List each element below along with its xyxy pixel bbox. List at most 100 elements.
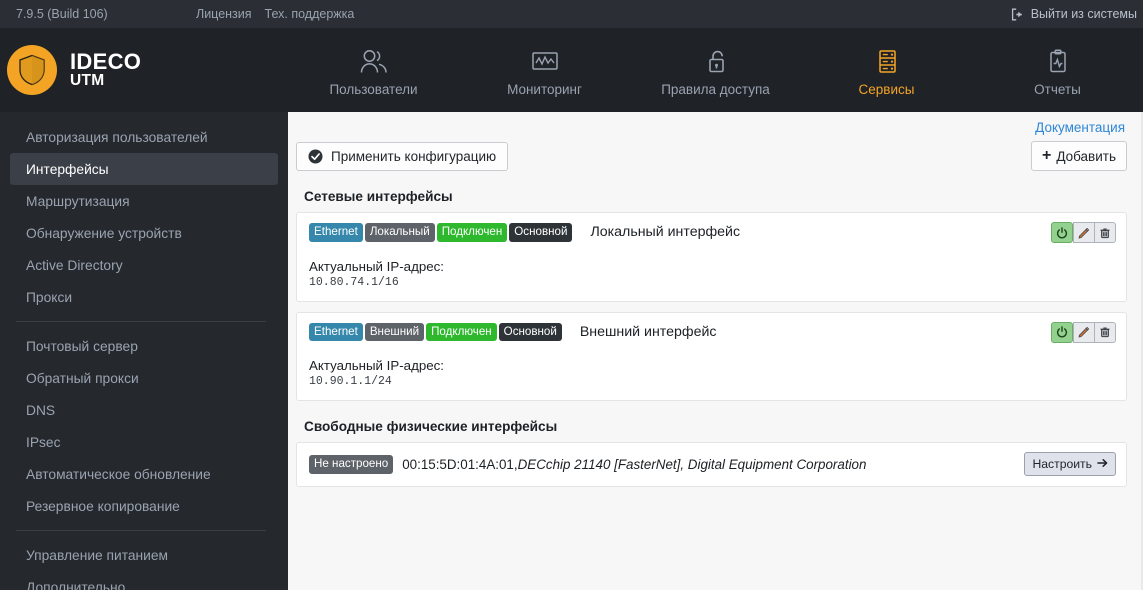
power-icon[interactable] bbox=[1051, 222, 1073, 243]
nav-item-reports[interactable]: Отчеты bbox=[972, 28, 1143, 112]
trash-icon[interactable] bbox=[1094, 222, 1116, 243]
nav-item-monitoring-label: Мониторинг bbox=[507, 82, 582, 97]
masthead: IDECO UTM Пользователи М bbox=[0, 28, 1143, 112]
configure-button[interactable]: Настроить bbox=[1024, 452, 1116, 476]
sidebar-item-active-directory[interactable]: Active Directory bbox=[10, 249, 278, 281]
status-badge-connected: Подключен bbox=[426, 323, 497, 342]
add-button[interactable]: + Добавить bbox=[1031, 141, 1127, 171]
check-circle-icon bbox=[308, 149, 323, 164]
sidebar-item-backup[interactable]: Резервное копирование bbox=[10, 490, 278, 522]
interface-name: Локальный интерфейс bbox=[590, 224, 740, 240]
status-badge-primary: Основной bbox=[509, 223, 572, 242]
interface-actions bbox=[1051, 222, 1116, 243]
unlock-icon bbox=[701, 48, 731, 75]
support-link[interactable]: Тех. поддержка bbox=[265, 7, 355, 21]
sidebar-item-label: Active Directory bbox=[26, 258, 123, 273]
arrow-right-icon bbox=[1097, 457, 1108, 471]
sidebar-item-label: Маршрутизация bbox=[26, 194, 130, 209]
version-label: 7.9.5 (Build 106) bbox=[16, 7, 108, 21]
sidebar-item-label: Автоматическое обновление bbox=[26, 467, 211, 482]
logout-label: Выйти из системы bbox=[1031, 7, 1137, 21]
interface-actions bbox=[1051, 322, 1116, 343]
nav-item-services-label: Сервисы bbox=[859, 82, 915, 97]
status-badge-type: Ethernet bbox=[309, 223, 363, 242]
shield-icon bbox=[7, 45, 57, 95]
sidebar-item-label: Авторизация пользователей bbox=[26, 130, 208, 145]
brand-logo[interactable]: IDECO UTM bbox=[0, 28, 288, 112]
interface-badges: Ethernet Локальный Подключен Основной bbox=[309, 223, 574, 242]
brand-name: IDECO bbox=[70, 50, 141, 74]
sidebar-divider bbox=[16, 321, 266, 322]
nav-item-access-rules-label: Правила доступа bbox=[661, 82, 770, 97]
plus-icon: + bbox=[1042, 148, 1051, 164]
status-badge-zone: Локальный bbox=[365, 223, 435, 242]
pencil-icon[interactable] bbox=[1073, 222, 1095, 243]
documentation-row: Документация bbox=[296, 112, 1127, 135]
sidebar-item-power-management[interactable]: Управление питанием bbox=[10, 539, 278, 571]
trash-icon[interactable] bbox=[1094, 322, 1116, 343]
sidebar-item-label: DNS bbox=[26, 403, 55, 418]
status-badge-connected: Подключен bbox=[437, 223, 508, 242]
sidebar-item-advanced[interactable]: Дополнительно bbox=[10, 571, 278, 590]
apply-configuration-label: Применить конфигурацию bbox=[331, 149, 496, 164]
nav-item-access-rules[interactable]: Правила доступа bbox=[630, 28, 801, 112]
free-interface-description: DECchip 21140 [FasterNet], Digital Equip… bbox=[518, 457, 867, 472]
nav-item-users-label: Пользователи bbox=[329, 82, 417, 97]
interface-card-header: Ethernet Локальный Подключен Основной Ло… bbox=[309, 223, 1114, 242]
status-badge-zone: Внешний bbox=[365, 323, 424, 342]
sidebar-item-mail-server[interactable]: Почтовый сервер bbox=[10, 330, 278, 362]
sidebar-item-label: IPsec bbox=[26, 435, 61, 450]
sidebar-item-label: Дополнительно bbox=[26, 580, 125, 590]
interface-badges: Ethernet Внешний Подключен Основной bbox=[309, 323, 564, 342]
clipboard-pulse-icon bbox=[1043, 48, 1073, 75]
status-badge-unconfigured: Не настроено bbox=[309, 455, 393, 474]
free-interface-row[interactable]: Не настроено 00:15:5D:01:4A:01, DECchip … bbox=[296, 442, 1127, 487]
nav-item-reports-label: Отчеты bbox=[1034, 82, 1081, 97]
interface-card-header: Ethernet Внешний Подключен Основной Внеш… bbox=[309, 323, 1114, 342]
interface-card[interactable]: Ethernet Внешний Подключен Основной Внеш… bbox=[296, 312, 1127, 402]
app-shell: Авторизация пользователей Интерфейсы Мар… bbox=[0, 112, 1143, 590]
sidebar-item-label: Управление питанием bbox=[26, 548, 168, 563]
license-link[interactable]: Лицензия bbox=[196, 7, 252, 21]
sidebar-item-routing[interactable]: Маршрутизация bbox=[10, 185, 278, 217]
sidebar-item-label: Прокси bbox=[26, 290, 72, 305]
logout-button[interactable]: Выйти из системы bbox=[1011, 7, 1137, 21]
sidebar-item-auto-update[interactable]: Автоматическое обновление bbox=[10, 458, 278, 490]
apply-configuration-button[interactable]: Применить конфигурацию bbox=[296, 142, 508, 171]
main-content: Документация Применить конфигурацию + До… bbox=[288, 112, 1143, 590]
sidebar-item-label: Интерфейсы bbox=[26, 162, 109, 177]
ip-address-value: 10.80.74.1/16 bbox=[309, 276, 1114, 289]
sidebar: Авторизация пользователей Интерфейсы Мар… bbox=[0, 112, 288, 590]
sidebar-item-device-discovery[interactable]: Обнаружение устройств bbox=[10, 217, 278, 249]
monitor-graph-icon bbox=[530, 48, 560, 75]
top-status-bar: 7.9.5 (Build 106) Лицензия Тех. поддержк… bbox=[0, 0, 1143, 28]
action-toolbar: Применить конфигурацию + Добавить bbox=[296, 141, 1127, 171]
logout-icon bbox=[1011, 8, 1025, 21]
sidebar-item-user-authorization[interactable]: Авторизация пользователей bbox=[10, 121, 278, 153]
sidebar-item-dns[interactable]: DNS bbox=[10, 394, 278, 426]
top-links: Лицензия Тех. поддержка bbox=[196, 7, 354, 21]
power-icon[interactable] bbox=[1051, 322, 1073, 343]
server-rack-icon bbox=[872, 48, 902, 75]
documentation-link[interactable]: Документация bbox=[1035, 120, 1125, 135]
ip-address-label: Актуальный IP-адрес: bbox=[309, 259, 1114, 274]
status-badge-type: Ethernet bbox=[309, 323, 363, 342]
brand-product: UTM bbox=[70, 73, 141, 90]
ip-address-value: 10.90.1.1/24 bbox=[309, 375, 1114, 388]
users-icon bbox=[359, 48, 389, 75]
sidebar-item-reverse-proxy[interactable]: Обратный прокси bbox=[10, 362, 278, 394]
top-navigation: Пользователи Мониторинг Правила дост bbox=[288, 28, 1143, 112]
status-badge-primary: Основной bbox=[499, 323, 562, 342]
sidebar-item-proxy[interactable]: Прокси bbox=[10, 281, 278, 313]
sidebar-divider bbox=[16, 530, 266, 531]
pencil-icon[interactable] bbox=[1073, 322, 1095, 343]
configure-button-label: Настроить bbox=[1032, 457, 1092, 471]
sidebar-item-interfaces[interactable]: Интерфейсы bbox=[10, 153, 278, 185]
nav-item-monitoring[interactable]: Мониторинг bbox=[459, 28, 630, 112]
nav-item-users[interactable]: Пользователи bbox=[288, 28, 459, 112]
sidebar-item-ipsec[interactable]: IPsec bbox=[10, 426, 278, 458]
sidebar-item-label: Резервное копирование bbox=[26, 499, 180, 514]
add-button-label: Добавить bbox=[1056, 149, 1116, 164]
nav-item-services[interactable]: Сервисы bbox=[801, 28, 972, 112]
interface-card[interactable]: Ethernet Локальный Подключен Основной Ло… bbox=[296, 212, 1127, 302]
